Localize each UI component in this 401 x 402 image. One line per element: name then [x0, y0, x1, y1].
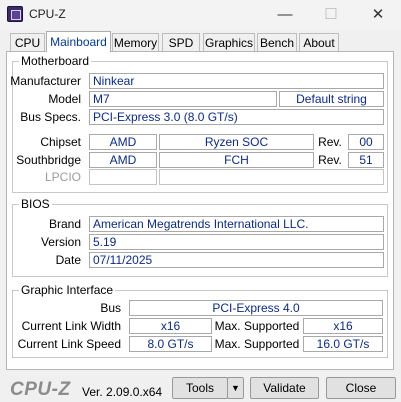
bios-version-field: 5.19 [89, 234, 384, 250]
tab-spd[interactable]: SPD [162, 33, 200, 51]
southbridge-model-field: FCH [159, 152, 314, 168]
manufacturer-field: Ninkear [89, 73, 384, 89]
title-bar: CPU-Z — ☐ ✕ [0, 0, 401, 30]
graphic-interface-group-title: Graphic Interface [19, 283, 116, 297]
model-field: M7 [89, 91, 277, 107]
lpcio-model-field [159, 169, 384, 185]
close-window-button[interactable]: ✕ [355, 0, 401, 30]
tab-cpu[interactable]: CPU [10, 33, 45, 51]
bios-group-title: BIOS [19, 197, 52, 211]
max-speed-label: Max. Supported [214, 337, 300, 351]
chipset-vendor-field: AMD [89, 134, 157, 150]
minimize-button[interactable]: — [262, 0, 308, 30]
bios-date-label: Date [55, 253, 81, 267]
maximize-button[interactable]: ☐ [308, 0, 354, 30]
cpuz-logo: CPU-Z [10, 379, 71, 400]
close-button[interactable]: Close [326, 377, 396, 399]
window-title: CPU-Z [29, 7, 66, 21]
tab-bench[interactable]: Bench [257, 33, 297, 51]
link-speed-field: 8.0 GT/s [129, 336, 212, 352]
lpcio-vendor-field [89, 169, 157, 185]
model-revision-field: Default string [279, 91, 384, 107]
bios-brand-field: American Megatrends International LLC. [89, 216, 384, 232]
chipset-model-field: Ryzen SOC [159, 134, 314, 150]
link-speed-label: Current Link Speed [17, 337, 121, 351]
southbridge-rev-field: 51 [348, 152, 384, 168]
gi-bus-label: Bus [100, 301, 121, 315]
chipset-rev-label: Rev. [318, 135, 342, 149]
bus-specs-field: PCI-Express 3.0 (8.0 GT/s) [89, 109, 384, 125]
chipset-rev-field: 00 [348, 134, 384, 150]
bios-version-label: Version [40, 235, 81, 249]
version-text: Ver. 2.09.0.x64 [82, 385, 163, 399]
mainboard-tab-panel: Motherboard Manufacturer Ninkear Model M… [6, 51, 394, 370]
motherboard-group-title: Motherboard [19, 54, 92, 68]
bus-specs-label: Bus Specs. [20, 110, 81, 124]
max-width-field: x16 [303, 318, 383, 334]
tab-graphics[interactable]: Graphics [203, 33, 255, 51]
manufacturer-label: Manufacturer [10, 74, 81, 88]
model-label: Model [48, 92, 81, 106]
southbridge-rev-label: Rev. [318, 153, 342, 167]
bios-brand-label: Brand [48, 217, 81, 231]
tab-about[interactable]: About [299, 33, 339, 51]
southbridge-vendor-field: AMD [89, 152, 157, 168]
chipset-label: Chipset [40, 135, 81, 149]
gi-bus-field: PCI-Express 4.0 [129, 300, 383, 316]
southbridge-label: Southbridge [16, 153, 81, 167]
tab-mainboard[interactable]: Mainboard [46, 31, 111, 52]
tools-button[interactable]: Tools [172, 377, 228, 399]
cpuz-app-icon [7, 6, 23, 22]
max-width-label: Max. Supported [214, 319, 300, 333]
max-speed-field: 16.0 GT/s [303, 336, 383, 352]
validate-button[interactable]: Validate [250, 377, 319, 399]
bios-date-field: 07/11/2025 [89, 252, 384, 268]
tab-memory[interactable]: Memory [112, 33, 159, 51]
lpcio-label: LPCIO [44, 170, 81, 184]
tools-dropdown-arrow-icon[interactable]: ▼ [227, 377, 244, 399]
link-width-field: x16 [129, 318, 212, 334]
link-width-label: Current Link Width [21, 319, 121, 333]
